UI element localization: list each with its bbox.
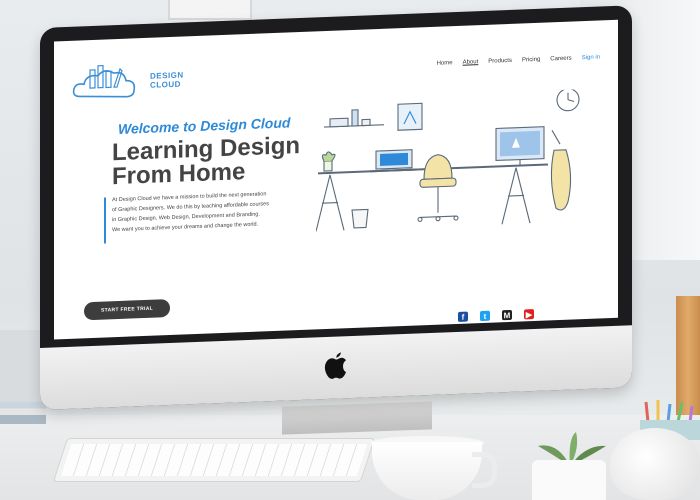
top-navigation: Home About Products Pricing Careers Sign… [437,54,600,66]
facebook-icon[interactable]: f [458,311,468,322]
wall-picture-frame [168,0,252,20]
hero-headline: Learning Design From Home [112,132,300,191]
hero-headline-line2: From Home [112,158,246,191]
monitor-stand [282,401,432,435]
nav-home[interactable]: Home [437,60,453,67]
paragraph-accent-bar [104,197,106,244]
logo-text-line2: CLOUD [150,79,181,90]
imac-monitor: DESIGN CLOUD Home About Products Pricing… [40,5,632,410]
monitor-chin [40,325,632,410]
start-free-trial-button[interactable]: START FREE TRIAL [84,299,170,321]
website-screen: DESIGN CLOUD Home About Products Pricing… [54,19,618,340]
medium-icon[interactable]: M [502,309,512,321]
nav-careers[interactable]: Careers [550,56,571,63]
pencils-icon [644,400,694,422]
youtube-icon[interactable]: ▶ [524,309,534,320]
decorative-apple [610,428,700,500]
apple-logo-icon [324,352,346,379]
desk-workspace-illustration [316,88,580,232]
keyboard [52,438,376,482]
nav-products[interactable]: Products [488,58,512,65]
plant-pot [532,460,606,500]
coffee-cup-handle [472,452,497,488]
logo-text: DESIGN CLOUD [150,70,184,89]
mission-paragraph: At Design Cloud we have a mission to bui… [112,187,327,235]
design-cloud-logo [72,64,136,98]
twitter-icon[interactable]: t [480,310,490,322]
nav-pricing[interactable]: Pricing [522,57,540,64]
social-links: f t M ▶ [458,309,534,322]
nav-about[interactable]: About [463,59,479,66]
books-stack [0,402,46,424]
nav-sign-in[interactable]: Sign in [582,54,600,61]
